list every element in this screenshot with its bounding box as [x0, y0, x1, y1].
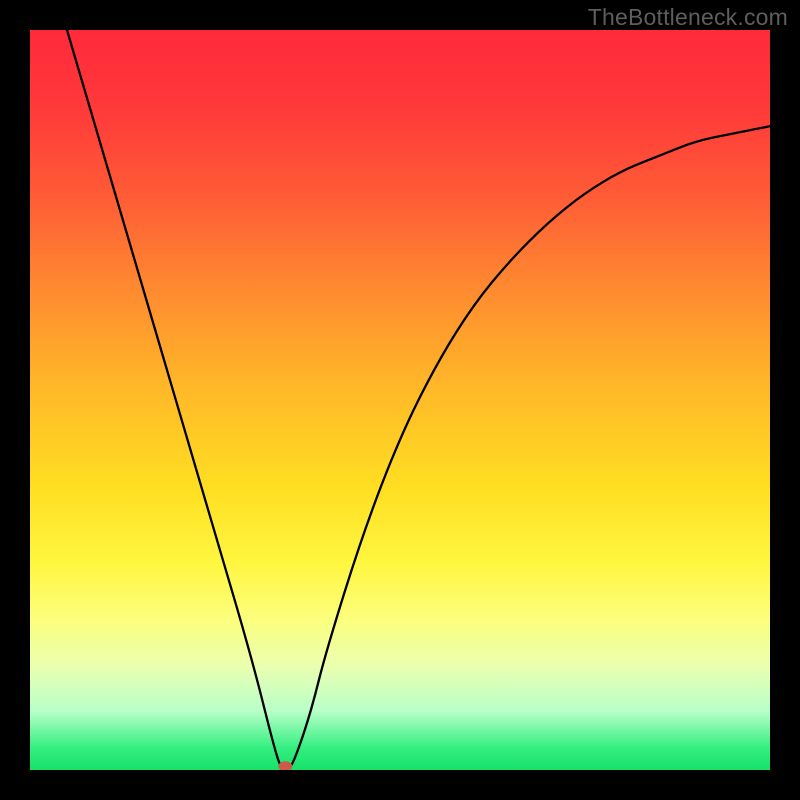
plot-area: [30, 30, 770, 770]
bottleneck-curve: [67, 30, 770, 770]
watermark-text: TheBottleneck.com: [588, 4, 788, 31]
curve-layer: [30, 30, 770, 770]
chart-frame: TheBottleneck.com: [0, 0, 800, 800]
